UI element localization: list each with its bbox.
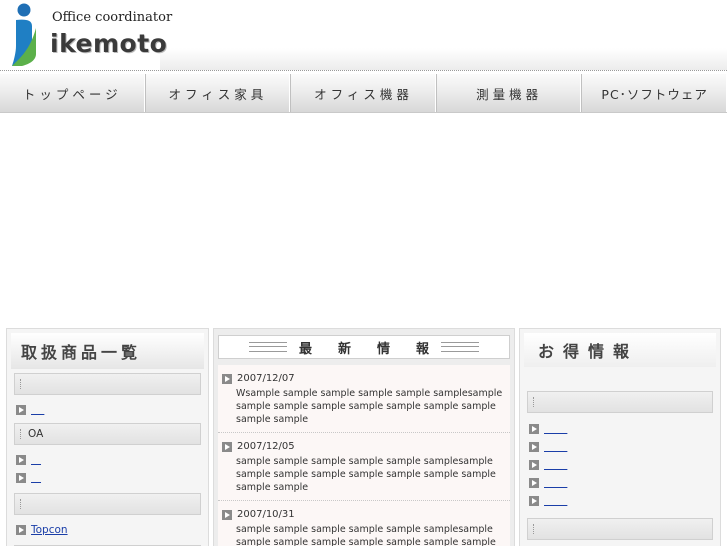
title-decoration-left	[248, 342, 287, 352]
list-item	[529, 492, 716, 510]
arrow-right-icon	[529, 460, 539, 470]
nav-item-office-furniture[interactable]: オフィス家具	[146, 74, 292, 112]
arrow-right-icon	[16, 525, 26, 535]
site-header: Office coordinator ikemoto	[0, 0, 727, 72]
topcon-link[interactable]: Topcon	[31, 524, 68, 536]
news-date: 2007/12/05	[237, 441, 295, 452]
category-bar	[14, 373, 201, 395]
title-decoration-right	[441, 342, 479, 352]
deal-link[interactable]	[544, 477, 567, 489]
list-item	[16, 451, 204, 469]
arrow-right-icon	[16, 405, 26, 415]
deal-link[interactable]	[544, 441, 567, 453]
product-list-title: 取扱商品一覧	[11, 333, 204, 369]
global-nav: トップページ オフィス家具 オフィス機器 測量機器 PC･ソフトウェア	[0, 74, 727, 113]
list-item	[529, 420, 716, 438]
category-bar-oa: OA	[14, 423, 201, 445]
arrow-right-icon	[529, 442, 539, 452]
deal-link[interactable]	[544, 495, 567, 507]
product-link[interactable]	[31, 472, 45, 484]
product-link[interactable]	[31, 454, 45, 466]
news-item: 2007/12/05 sample sample sample sample s…	[218, 433, 510, 501]
arrow-right-icon	[222, 509, 232, 520]
news-title-bar: 最新情報	[218, 335, 510, 359]
list-item: Topcon	[16, 521, 204, 539]
news-text: sample sample sample sample sample sampl…	[236, 524, 496, 546]
arrow-right-icon	[529, 478, 539, 488]
news-list: 2007/12/07 Wsample sample sample sample …	[218, 365, 510, 546]
news-title: 最新情報	[298, 341, 455, 357]
arrow-right-icon	[16, 455, 26, 465]
product-list-panel: 取扱商品一覧 OA Topcon	[6, 328, 209, 546]
logo-figure-icon	[12, 3, 36, 67]
arrow-right-icon	[529, 424, 539, 434]
main-banner-area	[0, 113, 727, 325]
nav-item-surveying-equipment[interactable]: 測量機器	[437, 74, 583, 112]
nav-item-office-equipment[interactable]: オフィス機器	[291, 74, 437, 112]
category-bar	[527, 391, 713, 413]
category-bar	[527, 518, 713, 540]
list-item	[529, 474, 716, 492]
category-label-oa: OA	[28, 428, 44, 440]
news-item: 2007/10/31 sample sample sample sample s…	[218, 501, 510, 546]
news-text: sample sample sample sample sample sampl…	[236, 456, 496, 493]
list-item	[529, 456, 716, 474]
nav-item-pc-software[interactable]: PC･ソフトウェア	[582, 74, 727, 112]
list-item	[16, 401, 204, 419]
news-date: 2007/12/07	[237, 373, 295, 384]
list-item	[529, 438, 716, 456]
deal-link[interactable]	[544, 423, 567, 435]
news-item: 2007/12/07 Wsample sample sample sample …	[218, 365, 510, 433]
news-text: Wsample sample sample sample sample samp…	[236, 388, 503, 425]
category-bar	[14, 493, 201, 515]
deals-panel: お得情報	[519, 328, 721, 546]
arrow-right-icon	[222, 441, 232, 452]
logo-tagline: Office coordinator	[52, 10, 173, 25]
site-logo[interactable]: Office coordinator ikemoto	[10, 2, 173, 68]
arrow-right-icon	[16, 473, 26, 483]
news-panel: 最新情報 2007/12/07 Wsample sample sample sa…	[213, 328, 515, 546]
deal-link[interactable]	[544, 459, 567, 471]
nav-item-top-page[interactable]: トップページ	[0, 74, 146, 112]
logo-wordmark: ikemoto	[50, 29, 168, 58]
product-link[interactable]	[31, 404, 45, 416]
deals-title: お得情報	[524, 333, 716, 367]
news-date: 2007/10/31	[237, 509, 295, 520]
header-gradient	[160, 48, 727, 70]
arrow-right-icon	[222, 373, 232, 384]
arrow-right-icon	[529, 496, 539, 506]
list-item	[16, 469, 204, 487]
